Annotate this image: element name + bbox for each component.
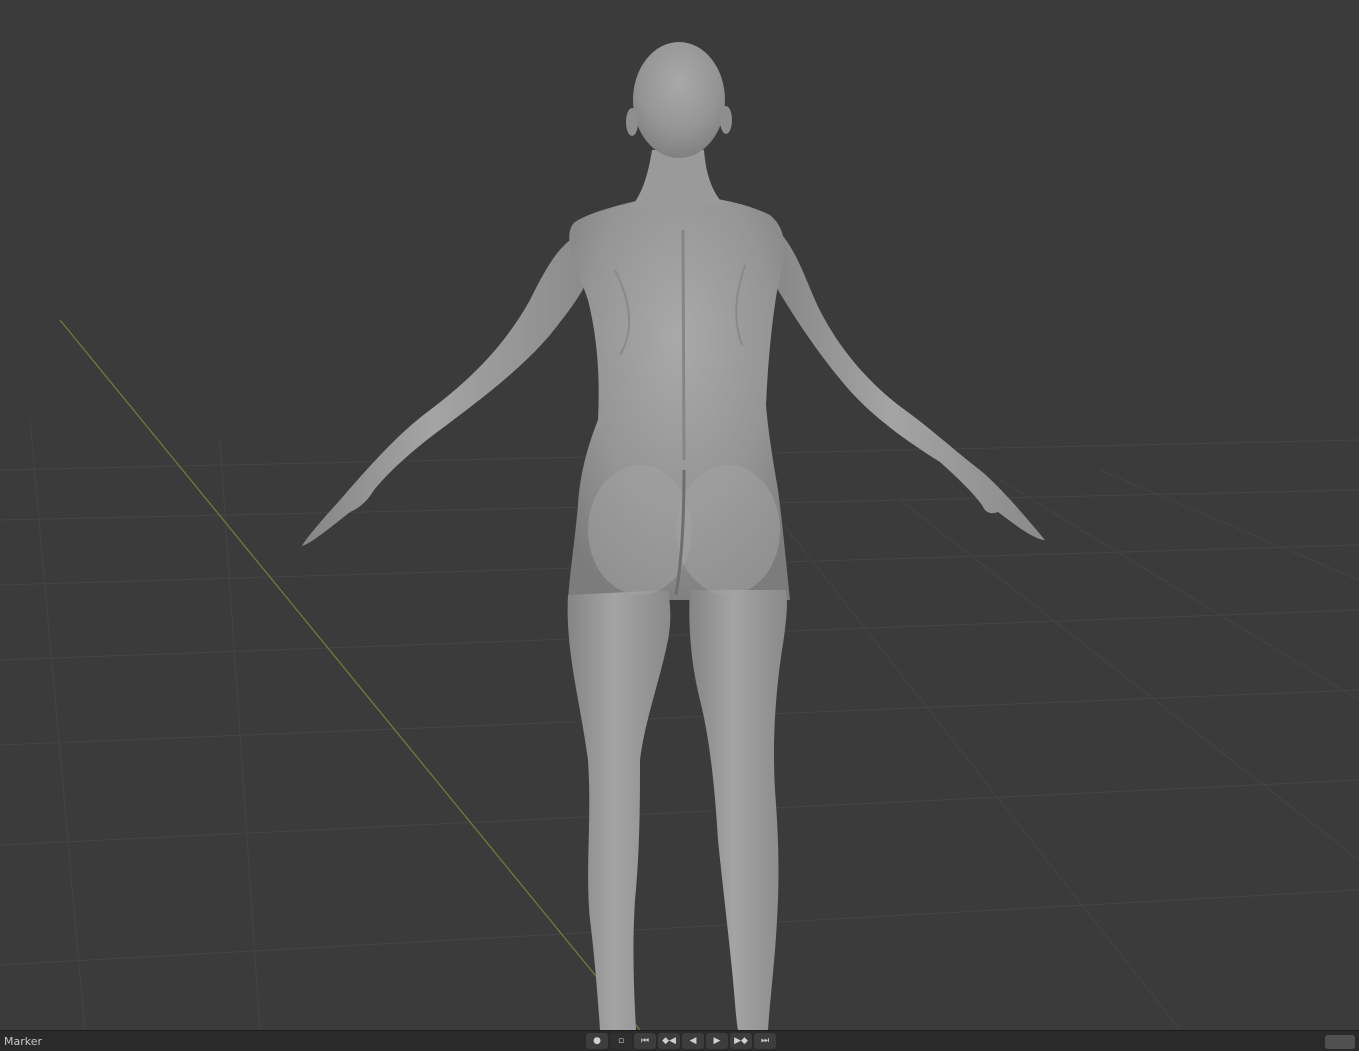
spine-line <box>681 229 686 461</box>
ear-right <box>720 106 732 134</box>
frame-field[interactable] <box>1325 1035 1355 1049</box>
keyframe-set-icon[interactable]: ▫ <box>610 1033 632 1049</box>
keyframe-dot-icon[interactable]: ● <box>586 1033 608 1049</box>
glute-right <box>676 465 780 595</box>
next-keyframe-icon[interactable]: ▶◆ <box>730 1033 752 1049</box>
neck <box>630 150 725 208</box>
y-axis-line <box>59 319 641 1030</box>
playback-controls: ● ▫ ⏮ ◆◀ ◀ ▶ ▶◆ ⏭ <box>586 1033 778 1049</box>
right-leg <box>689 590 787 1030</box>
ear-left <box>626 108 638 136</box>
jump-end-icon[interactable]: ⏭ <box>754 1033 776 1049</box>
prev-keyframe-icon[interactable]: ◆◀ <box>658 1033 680 1049</box>
left-leg <box>567 590 671 1030</box>
character-model[interactable] <box>302 42 1045 1030</box>
play-reverse-icon[interactable]: ◀ <box>682 1033 704 1049</box>
play-icon[interactable]: ▶ <box>706 1033 728 1049</box>
jump-start-icon[interactable]: ⏮ <box>634 1033 656 1049</box>
right-arm <box>765 220 1045 540</box>
marker-menu[interactable]: Marker <box>4 1033 42 1051</box>
left-arm <box>302 232 592 546</box>
timeline-header: Marker ● ▫ ⏮ ◆◀ ◀ ▶ ▶◆ ⏭ <box>0 1030 1359 1051</box>
head <box>633 42 725 158</box>
3d-viewport[interactable] <box>0 0 1359 1030</box>
viewport-canvas[interactable] <box>0 0 1359 1030</box>
